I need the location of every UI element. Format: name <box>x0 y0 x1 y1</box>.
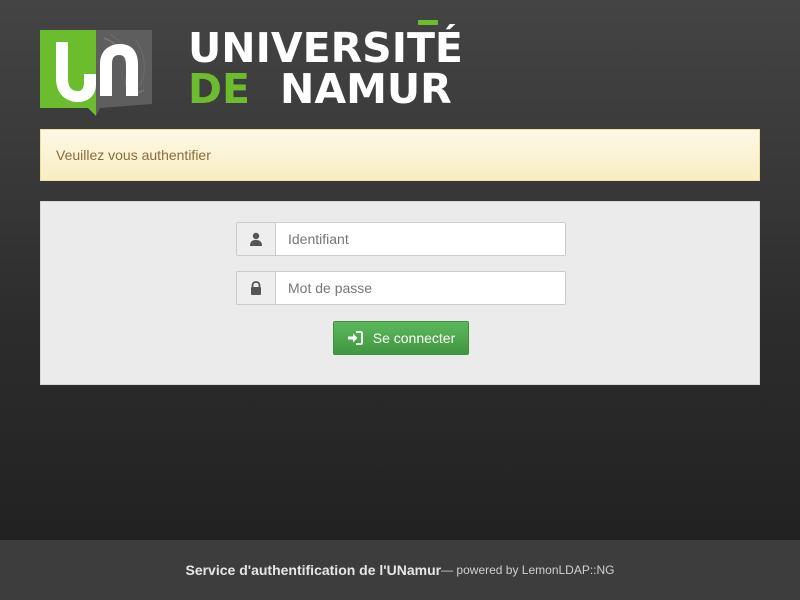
wordmark-namur: NAMUR <box>280 65 452 113</box>
header: UNIVERSITÉ DE NAMUR <box>40 18 760 118</box>
unamur-un-logo-icon <box>40 30 152 116</box>
user-icon <box>237 223 276 255</box>
login-button-label: Se connecter <box>372 330 456 346</box>
lock-icon <box>237 272 276 304</box>
username-field[interactable] <box>276 223 565 255</box>
university-wordmark: UNIVERSITÉ DE NAMUR <box>188 18 463 110</box>
footer: Service d'authentification de l'UNamur —… <box>0 540 800 600</box>
footer-service-name: Service d'authentification de l'UNamur <box>185 562 442 578</box>
login-button[interactable]: Se connecter <box>333 321 469 355</box>
sign-in-icon <box>347 331 363 345</box>
footer-powered-by: — powered by LemonLDAP::NG <box>441 563 615 577</box>
auth-alert: Veuillez vous authentifier <box>40 129 760 181</box>
wordmark-de-namur: DE NAMUR <box>188 69 452 110</box>
username-input-group <box>236 222 566 256</box>
password-field[interactable] <box>276 272 565 304</box>
password-input-group <box>236 271 566 305</box>
wordmark-de: DE <box>188 65 251 113</box>
login-panel: Se connecter <box>40 201 760 385</box>
wordmark-universite: UNIVERSITÉ <box>188 24 463 72</box>
alert-message: Veuillez vous authentifier <box>56 147 211 163</box>
